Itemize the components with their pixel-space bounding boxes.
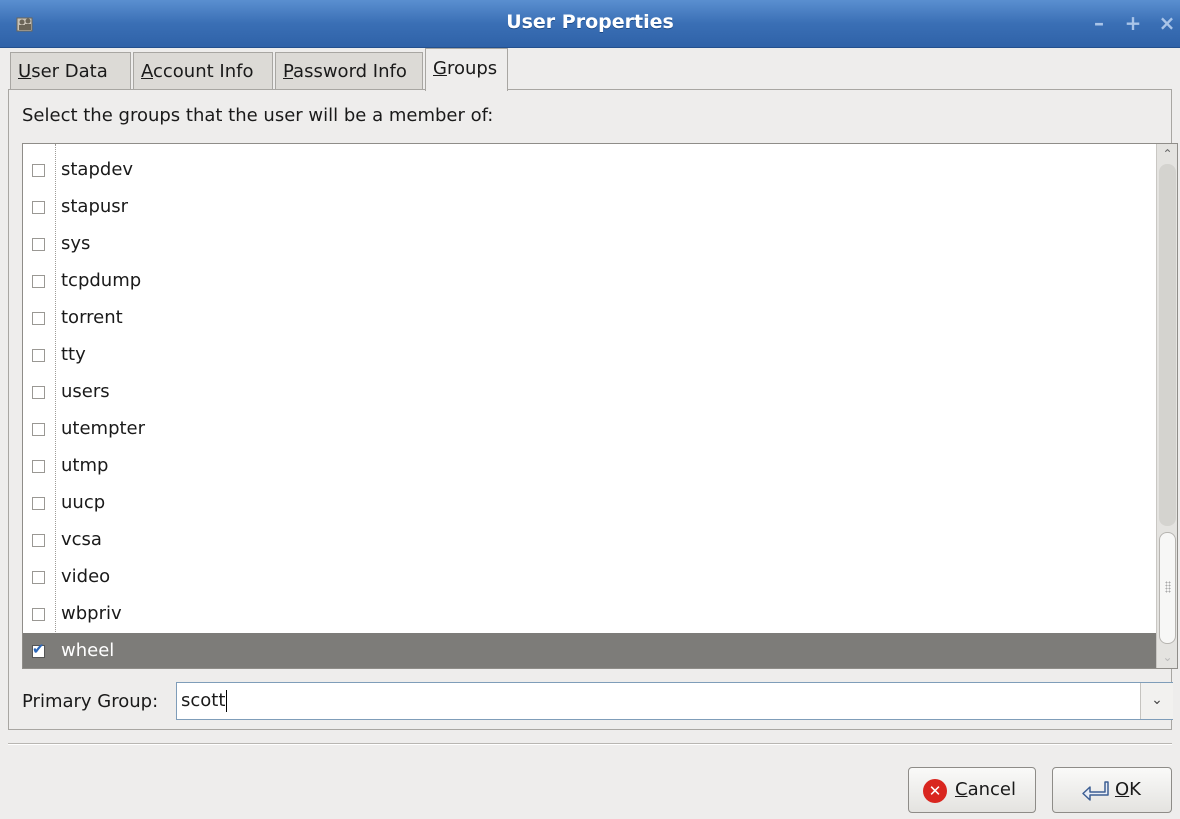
ok-button[interactable]: OK xyxy=(1052,767,1172,813)
scroll-trough[interactable] xyxy=(1159,164,1176,526)
group-checkbox[interactable]: ✔ xyxy=(32,571,45,584)
group-row-tcpdump[interactable]: ✔ tcpdump xyxy=(23,263,1156,300)
group-checkbox[interactable]: ✔ xyxy=(32,386,45,399)
group-name: stapusr xyxy=(61,196,129,217)
group-checkbox[interactable]: ✔ xyxy=(32,275,45,288)
scroll-up-icon[interactable]: ⌃ xyxy=(1159,145,1176,163)
group-name: wheel xyxy=(61,640,115,661)
group-name: stapdev xyxy=(61,159,134,180)
primary-group-label: Primary Group: xyxy=(22,691,159,712)
group-checkbox[interactable]: ✔ xyxy=(32,423,45,436)
group-checkbox[interactable]: ✔ xyxy=(32,460,45,473)
groups-prompt: Select the groups that the user will be … xyxy=(22,105,494,126)
grip-icon xyxy=(1165,581,1171,593)
group-row-utmp[interactable]: ✔ utmp xyxy=(23,448,1156,485)
tab-password-info[interactable]: Password Info xyxy=(275,52,423,90)
group-checkbox[interactable]: ✔ xyxy=(32,238,45,251)
tab-bar: User Data Account Info Password Info Gro… xyxy=(8,48,1172,91)
minimize-button[interactable]: – xyxy=(1086,11,1112,37)
cancel-icon: ✕ xyxy=(923,779,947,803)
group-name: uucp xyxy=(61,492,106,513)
group-row-wbpriv[interactable]: ✔ wbpriv xyxy=(23,596,1156,633)
chevron-down-icon[interactable]: ⌄ xyxy=(1140,683,1173,719)
enter-arrow-icon xyxy=(1082,781,1109,801)
groups-list-rows: ✔ stapdev ✔ stapusr ✔ sys ✔ tcpdump ✔ torrent ✔ tty… xyxy=(23,144,1156,668)
group-name: utempter xyxy=(61,418,146,439)
primary-group-input[interactable]: scott xyxy=(181,690,228,712)
scroll-thumb[interactable] xyxy=(1159,532,1176,644)
text-cursor xyxy=(226,690,228,712)
group-name: sys xyxy=(61,233,91,254)
group-checkbox[interactable]: ✔ xyxy=(32,497,45,510)
close-button[interactable]: × xyxy=(1154,11,1180,37)
group-name: utmp xyxy=(61,455,109,476)
checkmark-icon: ✔ xyxy=(32,640,45,658)
group-row-users[interactable]: ✔ users xyxy=(23,374,1156,411)
groups-list[interactable]: ✔ stapdev ✔ stapusr ✔ sys ✔ tcpdump ✔ torrent ✔ tty… xyxy=(22,143,1178,669)
group-name: wbpriv xyxy=(61,603,122,624)
ok-label: OK xyxy=(1115,779,1141,800)
tab-account-info[interactable]: Account Info xyxy=(133,52,273,90)
group-checkbox[interactable]: ✔ xyxy=(32,608,45,621)
group-name: users xyxy=(61,381,110,402)
group-row-video[interactable]: ✔ video xyxy=(23,559,1156,596)
separator xyxy=(8,743,1172,745)
group-name: video xyxy=(61,566,111,587)
group-name: tty xyxy=(61,344,86,365)
vertical-scrollbar[interactable]: ⌃ ⌄ xyxy=(1156,144,1177,668)
group-row-uucp[interactable]: ✔ uucp xyxy=(23,485,1156,522)
group-row-stapdev[interactable]: ✔ stapdev xyxy=(23,152,1156,189)
group-name: vcsa xyxy=(61,529,102,550)
tab-groups[interactable]: Groups xyxy=(425,48,508,91)
group-name: tcpdump xyxy=(61,270,142,291)
cancel-button[interactable]: ✕ Cancel xyxy=(908,767,1036,813)
tab-user-data[interactable]: User Data xyxy=(10,52,131,90)
group-row-wheel[interactable]: ✔ wheel xyxy=(23,633,1156,668)
group-row-tty[interactable]: ✔ tty xyxy=(23,337,1156,374)
title-bar[interactable]: User Properties – + × xyxy=(0,0,1180,48)
group-row-utempter[interactable]: ✔ utempter xyxy=(23,411,1156,448)
group-row-torrent[interactable]: ✔ torrent xyxy=(23,300,1156,337)
group-row-vcsa[interactable]: ✔ vcsa xyxy=(23,522,1156,559)
group-checkbox[interactable]: ✔ xyxy=(32,164,45,177)
scroll-down-icon[interactable]: ⌄ xyxy=(1159,648,1176,666)
window-title: User Properties xyxy=(506,11,674,33)
group-row-stapusr[interactable]: ✔ stapusr xyxy=(23,189,1156,226)
maximize-button[interactable]: + xyxy=(1120,11,1146,37)
group-checkbox[interactable]: ✔ xyxy=(32,534,45,547)
group-checkbox[interactable]: ✔ xyxy=(32,312,45,325)
primary-group-value: scott xyxy=(181,690,226,711)
group-checkbox[interactable]: ✔ xyxy=(32,349,45,362)
primary-group-combo[interactable]: scott ⌄ xyxy=(176,682,1173,720)
group-checkbox[interactable]: ✔ xyxy=(32,201,45,214)
cancel-label: Cancel xyxy=(955,779,1016,800)
group-checkbox[interactable]: ✔ xyxy=(32,640,45,658)
group-row-sys[interactable]: ✔ sys xyxy=(23,226,1156,263)
group-name: torrent xyxy=(61,307,123,328)
